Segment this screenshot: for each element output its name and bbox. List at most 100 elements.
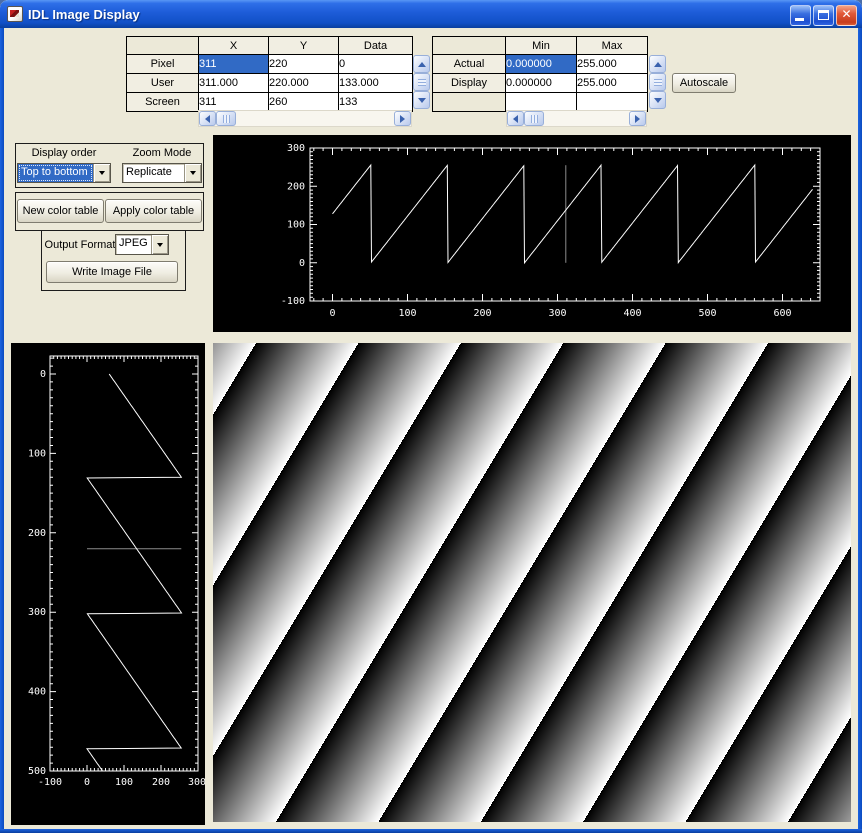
dropdown-arrow-button[interactable] — [93, 164, 110, 182]
scroll-down-icon[interactable] — [649, 91, 666, 109]
cell-user-y[interactable]: 220.000 — [269, 74, 339, 93]
cell-user-data[interactable]: 133.000 — [339, 74, 413, 93]
display-order-value: Top to bottom — [18, 164, 93, 182]
cell-screen-data[interactable]: 133 — [339, 93, 413, 112]
coords-col-header-y: Y — [269, 37, 339, 55]
cell-pixel-y[interactable]: 220 — [269, 55, 339, 74]
svg-text:300: 300 — [188, 777, 205, 788]
zoom-mode-label: Zoom Mode — [122, 146, 202, 160]
svg-text:500: 500 — [28, 766, 46, 777]
minimize-button[interactable] — [790, 5, 811, 26]
maximize-icon — [818, 10, 829, 20]
svg-text:400: 400 — [623, 308, 641, 319]
window-title: IDL Image Display — [28, 7, 862, 22]
svg-text:100: 100 — [398, 308, 416, 319]
scroll-up-icon[interactable] — [649, 55, 666, 73]
left-arrow-icon — [205, 115, 210, 123]
cell-actual-max[interactable]: 255.000 — [577, 55, 648, 74]
down-arrow-icon — [418, 98, 426, 103]
scroll-right-icon[interactable] — [629, 111, 646, 126]
pixel-coordinates-table: X Y Data Pixel 311 220 0 User 311.000 22… — [126, 36, 413, 112]
svg-text:500: 500 — [698, 308, 716, 319]
coords-table-vscrollbar[interactable] — [413, 55, 430, 109]
autoscale-button[interactable]: Autoscale — [672, 73, 736, 93]
vscroll-thumb[interactable] — [649, 73, 666, 91]
svg-text:100: 100 — [28, 448, 46, 459]
svg-text:-100: -100 — [281, 296, 305, 307]
svg-text:-100: -100 — [38, 777, 62, 788]
apply-color-table-button[interactable]: Apply color table — [105, 199, 202, 223]
output-format-value: JPEG — [116, 235, 151, 254]
range-row-header-actual: Actual — [433, 55, 506, 74]
svg-text:100: 100 — [115, 777, 133, 788]
column-profile-plot[interactable]: 0100200300400500-1000100200300 — [11, 343, 205, 825]
coords-row-header-screen: Screen — [127, 93, 199, 112]
chevron-down-icon — [157, 243, 163, 247]
chevron-down-icon — [190, 171, 196, 175]
hscroll-thumb[interactable] — [524, 111, 544, 126]
write-image-file-button[interactable]: Write Image File — [46, 261, 178, 283]
coords-col-header-x: X — [199, 37, 269, 55]
cell-screen-x[interactable]: 311 — [199, 93, 269, 112]
close-icon: ✕ — [837, 7, 856, 21]
scroll-down-icon[interactable] — [413, 91, 430, 109]
range-table-vscrollbar[interactable] — [649, 55, 666, 109]
coords-table-hscrollbar[interactable] — [198, 110, 412, 127]
scroll-left-icon[interactable] — [199, 111, 216, 126]
cell-screen-y[interactable]: 260 — [269, 93, 339, 112]
cell-empty-min[interactable] — [506, 93, 577, 112]
maximize-button[interactable] — [813, 5, 834, 26]
range-row-header-display: Display — [433, 74, 506, 93]
scroll-right-icon[interactable] — [394, 111, 411, 126]
svg-text:0: 0 — [299, 258, 305, 269]
svg-text:0: 0 — [84, 777, 90, 788]
range-table-hscrollbar[interactable] — [506, 110, 647, 127]
range-row-header-empty — [433, 93, 506, 112]
svg-text:0: 0 — [40, 369, 46, 380]
svg-text:200: 200 — [473, 308, 491, 319]
vscroll-thumb[interactable] — [413, 73, 430, 91]
display-order-label: Display order — [17, 146, 111, 160]
svg-text:0: 0 — [329, 308, 335, 319]
hscroll-track[interactable] — [544, 111, 629, 126]
scaling-range-table: Min Max Actual 0.000000 255.000 Display … — [432, 36, 648, 112]
output-format-label: Output Format — [46, 238, 114, 252]
cell-pixel-x[interactable]: 311 — [199, 55, 269, 74]
coords-table-corner — [127, 37, 199, 55]
dropdown-arrow-button[interactable] — [184, 164, 201, 182]
app-icon — [7, 6, 23, 22]
title-bar[interactable]: IDL Image Display ✕ — [0, 0, 862, 28]
cell-display-min[interactable]: 0.000000 — [506, 74, 577, 93]
hscroll-track[interactable] — [236, 111, 394, 126]
range-table-corner — [433, 37, 506, 55]
row-profile-plot[interactable]: -10001002003000100200300400500600 — [213, 135, 851, 332]
dropdown-arrow-button[interactable] — [151, 235, 168, 254]
up-arrow-icon — [418, 62, 426, 67]
new-color-table-button[interactable]: New color table — [17, 199, 104, 223]
row-profile-plot-panel[interactable]: -10001002003000100200300400500600 — [213, 135, 851, 332]
output-format-dropdown[interactable]: JPEG — [115, 234, 169, 255]
coords-col-header-data: Data — [339, 37, 413, 55]
close-button[interactable]: ✕ — [836, 5, 857, 26]
grip-icon — [531, 115, 538, 123]
column-profile-plot-panel[interactable]: 0100200300400500-1000100200300 — [11, 343, 205, 825]
cell-pixel-data[interactable]: 0 — [339, 55, 413, 74]
cell-display-max[interactable]: 255.000 — [577, 74, 648, 93]
grip-icon — [418, 79, 426, 86]
svg-text:400: 400 — [28, 687, 46, 698]
cell-empty-max[interactable] — [577, 93, 648, 112]
zoom-mode-dropdown[interactable]: Replicate — [122, 163, 202, 183]
image-display-canvas[interactable] — [213, 343, 851, 822]
svg-text:200: 200 — [287, 181, 305, 192]
coords-row-header-user: User — [127, 74, 199, 93]
cell-actual-min[interactable]: 0.000000 — [506, 55, 577, 74]
hscroll-thumb[interactable] — [216, 111, 236, 126]
range-col-header-max: Max — [577, 37, 648, 55]
up-arrow-icon — [654, 62, 662, 67]
cell-user-x[interactable]: 311.000 — [199, 74, 269, 93]
display-order-dropdown[interactable]: Top to bottom — [17, 163, 111, 183]
minimize-icon — [795, 18, 804, 21]
scroll-up-icon[interactable] — [413, 55, 430, 73]
svg-text:200: 200 — [28, 528, 46, 539]
scroll-left-icon[interactable] — [507, 111, 524, 126]
